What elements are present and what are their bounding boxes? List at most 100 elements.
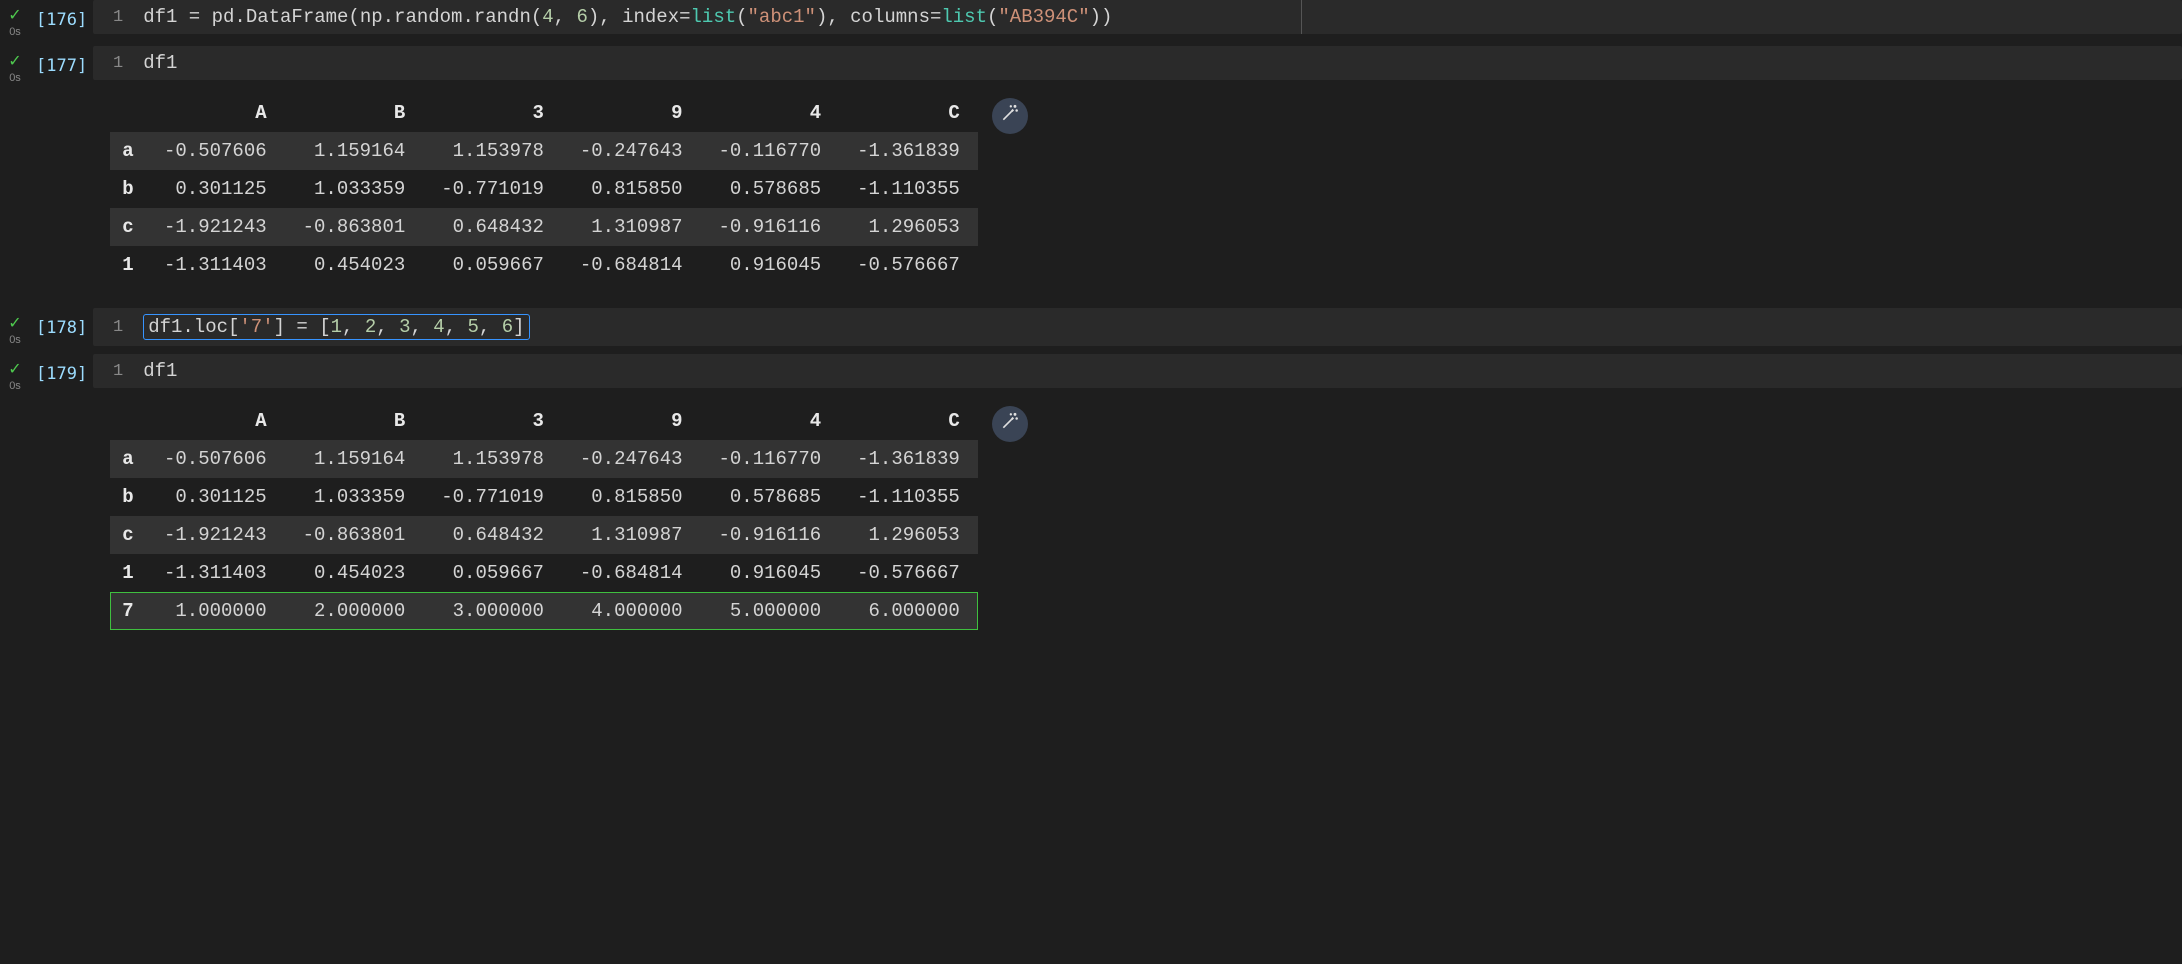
code-text[interactable]: df1 = pd.DataFrame(np.random.randn(4, 6)… xyxy=(143,6,1112,28)
df-cell: -0.507606 xyxy=(146,132,285,170)
df-index: a xyxy=(110,132,146,170)
table-row: 1-1.3114030.4540230.059667-0.6848140.916… xyxy=(110,554,978,592)
df-cell: -1.921243 xyxy=(146,208,285,246)
table-row: b0.3011251.033359-0.7710190.8158500.5786… xyxy=(110,170,978,208)
df-index: 1 xyxy=(110,554,146,592)
df-corner xyxy=(110,402,146,440)
df-col-header: A xyxy=(146,402,285,440)
df-cell: -0.116770 xyxy=(701,440,840,478)
code-token: = xyxy=(189,6,212,28)
df-cell: 1.000000 xyxy=(146,592,285,630)
code-token: "AB394C" xyxy=(998,6,1089,28)
check-icon: ✓ xyxy=(8,8,21,24)
df-cell: -0.116770 xyxy=(701,132,840,170)
df-index: 1 xyxy=(110,246,146,284)
table-row: a-0.5076061.1591641.153978-0.247643-0.11… xyxy=(110,440,978,478)
exec-time: 0s xyxy=(9,72,21,84)
cell-gutter: ✓ 0s xyxy=(0,46,30,84)
code-token: 6 xyxy=(502,316,513,338)
code-token: 2 xyxy=(365,316,376,338)
df-col-header: 4 xyxy=(701,402,840,440)
df-corner xyxy=(110,94,146,132)
code-token: ), index= xyxy=(588,6,691,28)
df-index: b xyxy=(110,170,146,208)
df-cell: -0.771019 xyxy=(423,170,562,208)
df-cell: 0.578685 xyxy=(701,478,840,516)
code-token: , xyxy=(376,316,399,338)
df-col-header: C xyxy=(839,94,978,132)
df-index: a xyxy=(110,440,146,478)
df-cell: 0.916045 xyxy=(701,554,840,592)
df-cell: 2.000000 xyxy=(285,592,424,630)
code-input[interactable]: 1 df1 xyxy=(93,46,2182,80)
df-cell: 0.648432 xyxy=(423,516,562,554)
df-col-header: C xyxy=(839,402,978,440)
table-row: c-1.921243-0.8638010.6484321.310987-0.91… xyxy=(110,516,978,554)
cell-output: AB394Ca-0.5076061.1591641.153978-0.24764… xyxy=(110,94,2182,284)
code-token: , xyxy=(410,316,433,338)
suggest-charts-button[interactable] xyxy=(992,98,1028,134)
check-icon: ✓ xyxy=(8,54,21,70)
code-token: df1 xyxy=(143,52,177,74)
code-token: df1 xyxy=(143,6,189,28)
code-token: list xyxy=(941,6,987,28)
df-cell: -1.311403 xyxy=(146,246,285,284)
line-number: 1 xyxy=(103,318,123,337)
code-token: ] = [ xyxy=(274,316,331,338)
notebook-cell[interactable]: ✓ 0s [178] 1 df1.loc['7'] = [1, 2, 3, 4,… xyxy=(0,308,2182,346)
code-input[interactable]: 1 df1 = pd.DataFrame(np.random.randn(4, … xyxy=(93,0,2182,34)
exec-count: [179] xyxy=(30,354,93,384)
df-cell: 0.059667 xyxy=(423,554,562,592)
df-cell: -0.684814 xyxy=(562,554,701,592)
df-cell: -0.916116 xyxy=(701,516,840,554)
df-cell: 1.033359 xyxy=(285,478,424,516)
code-token: 1 xyxy=(331,316,342,338)
exec-time: 0s xyxy=(9,26,21,38)
df-cell: -0.247643 xyxy=(562,132,701,170)
code-text[interactable]: df1 xyxy=(143,360,177,382)
suggest-charts-button[interactable] xyxy=(992,406,1028,442)
df-cell: 4.000000 xyxy=(562,592,701,630)
code-token: list xyxy=(691,6,737,28)
df-cell: -0.863801 xyxy=(285,516,424,554)
df-cell: 0.648432 xyxy=(423,208,562,246)
cell-output: AB394Ca-0.5076061.1591641.153978-0.24764… xyxy=(110,402,2182,630)
df-cell: 1.296053 xyxy=(839,208,978,246)
df-cell: -1.110355 xyxy=(839,478,978,516)
df-cell: -0.507606 xyxy=(146,440,285,478)
code-token: 6 xyxy=(576,6,587,28)
df-cell: 1.033359 xyxy=(285,170,424,208)
code-token: df1.loc[ xyxy=(148,316,239,338)
cell-gutter: ✓ 0s xyxy=(0,0,30,38)
table-row: c-1.921243-0.8638010.6484321.310987-0.91… xyxy=(110,208,978,246)
df-cell: -1.361839 xyxy=(839,132,978,170)
code-input[interactable]: 1 df1.loc['7'] = [1, 2, 3, 4, 5, 6] xyxy=(93,308,2182,346)
code-input[interactable]: 1 df1 xyxy=(93,354,2182,388)
code-text[interactable]: df1.loc['7'] = [1, 2, 3, 4, 5, 6] xyxy=(143,314,529,340)
df-cell: -1.921243 xyxy=(146,516,285,554)
df-cell: -1.311403 xyxy=(146,554,285,592)
code-text[interactable]: df1 xyxy=(143,52,177,74)
notebook-cell[interactable]: ✓ 0s [176] 1 df1 = pd.DataFrame(np.rando… xyxy=(0,0,2182,38)
cell-gutter: ✓ 0s xyxy=(0,308,30,346)
df-cell: 1.159164 xyxy=(285,440,424,478)
notebook-cell[interactable]: ✓ 0s [179] 1 df1 xyxy=(0,354,2182,392)
df-cell: 0.059667 xyxy=(423,246,562,284)
df-col-header: 3 xyxy=(423,402,562,440)
cell-gutter: ✓ 0s xyxy=(0,354,30,392)
df-col-header: 9 xyxy=(562,402,701,440)
df-cell: -1.361839 xyxy=(839,440,978,478)
df-cell: 1.153978 xyxy=(423,440,562,478)
code-token: 3 xyxy=(399,316,410,338)
exec-time: 0s xyxy=(9,334,21,346)
notebook-cell[interactable]: ✓ 0s [177] 1 df1 xyxy=(0,46,2182,84)
check-icon: ✓ xyxy=(8,362,21,378)
df-cell: 0.916045 xyxy=(701,246,840,284)
df-cell: -0.916116 xyxy=(701,208,840,246)
table-row: b0.3011251.033359-0.7710190.8158500.5786… xyxy=(110,478,978,516)
code-token: ] xyxy=(513,316,524,338)
code-token: pd.DataFrame(np.random.randn( xyxy=(212,6,543,28)
code-token: "abc1" xyxy=(748,6,816,28)
code-token: 4 xyxy=(433,316,444,338)
df-cell: 0.454023 xyxy=(285,246,424,284)
